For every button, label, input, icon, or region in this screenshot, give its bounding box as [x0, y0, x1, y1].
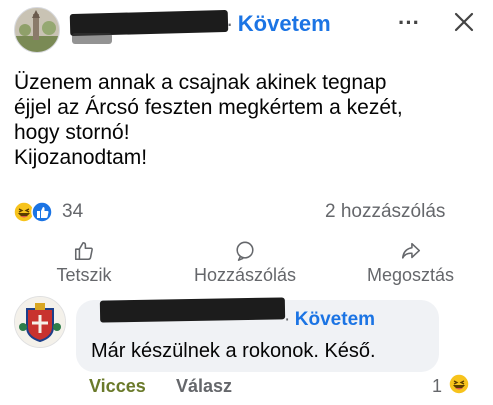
comment-reply-button[interactable]: Válasz: [176, 376, 232, 396]
like-button[interactable]: Tetszik: [44, 240, 124, 285]
reaction-count[interactable]: 34: [62, 201, 83, 223]
haha-emoji-icon: [13, 201, 35, 223]
post-body-text: Üzenem annak a csajnak akinek tegnap éjj…: [14, 71, 403, 169]
comment-follow-button[interactable]: Követem: [295, 309, 375, 330]
speech-bubble-icon: [236, 241, 254, 261]
comment-react-button[interactable]: Vicces: [89, 376, 146, 396]
like-label: Tetszik: [56, 265, 112, 285]
close-icon[interactable]: [452, 10, 476, 34]
redacted-post-meta: [72, 33, 112, 44]
thumbs-up-icon: [74, 241, 93, 261]
follow-button[interactable]: Követem: [238, 11, 331, 36]
post-author-avatar[interactable]: [14, 7, 60, 53]
comment-author-avatar[interactable]: [14, 296, 66, 348]
separator-dot: ·: [226, 11, 234, 36]
comment-text: Már készülnek a rokonok. Késő.: [91, 340, 376, 362]
haha-emoji-icon: [448, 373, 470, 395]
share-button[interactable]: Megosztás: [353, 240, 468, 285]
comment-count[interactable]: 2 hozzászólás: [325, 201, 445, 223]
like-reaction-icon: [31, 201, 53, 223]
post-follow-wrap: · Követem: [226, 12, 331, 36]
share-label: Megosztás: [366, 265, 455, 285]
comment-follow-wrap: · Követem: [284, 309, 375, 331]
comment-reaction-count[interactable]: 1: [432, 376, 442, 396]
reaction-icons[interactable]: [13, 201, 59, 223]
redacted-comment-author: [99, 297, 286, 323]
comment-button[interactable]: Hozzászólás: [180, 240, 310, 285]
more-options-icon[interactable]: ···: [398, 10, 420, 36]
comment-separator-dot: ·: [284, 309, 291, 330]
share-arrow-icon: [401, 242, 420, 259]
comment-label: Hozzászólás: [193, 265, 297, 285]
